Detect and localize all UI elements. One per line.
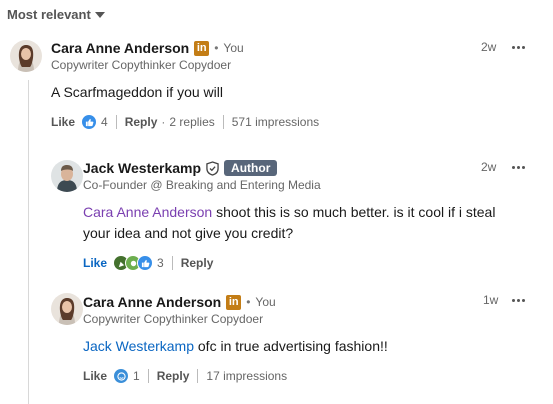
mention-link[interactable]: Jack Westerkamp xyxy=(83,338,194,354)
thumbs-up-icon xyxy=(81,114,98,130)
like-button[interactable]: Like xyxy=(51,115,75,129)
separator-dot: • xyxy=(214,41,219,55)
chevron-down-icon xyxy=(94,12,105,18)
commenter-name[interactable]: Cara Anne Anderson xyxy=(51,40,189,56)
impressions-count: 571 impressions xyxy=(231,115,320,129)
comment-text-line1: shoot this is so much better. is it cool… xyxy=(212,204,496,220)
avatar-image xyxy=(51,160,83,192)
replies-count[interactable]: 2 replies xyxy=(169,115,214,129)
comment-text-body: ofc in true advertising fashion!! xyxy=(194,338,388,354)
reactions[interactable]: 3 xyxy=(113,255,164,271)
avatar[interactable] xyxy=(10,40,42,72)
comment-text: Jack Westerkamp ofc in true advertising … xyxy=(83,336,388,357)
more-options-icon[interactable] xyxy=(512,299,525,302)
you-label: You xyxy=(255,295,276,309)
mention-link[interactable]: Cara Anne Anderson xyxy=(83,204,212,220)
reaction-count: 1 xyxy=(133,369,140,383)
comment-time: 1w xyxy=(483,293,499,307)
reply-button[interactable]: Reply xyxy=(157,369,190,383)
linkedin-icon: in xyxy=(226,294,242,310)
funny-icon xyxy=(113,368,130,384)
commenter-name[interactable]: Cara Anne Anderson xyxy=(83,294,221,310)
reaction-count: 4 xyxy=(101,115,108,129)
divider xyxy=(115,115,117,129)
separator-dot: • xyxy=(246,295,251,309)
reply-button[interactable]: Reply xyxy=(125,115,158,129)
avatar[interactable] xyxy=(51,293,83,325)
avatar-image xyxy=(10,40,42,72)
divider xyxy=(147,369,149,383)
impressions-count: 17 impressions xyxy=(206,369,288,383)
divider xyxy=(171,256,173,270)
commenter-headline: Co-Founder @ Breaking and Entering Media xyxy=(83,178,321,192)
comment-time: 2w xyxy=(481,40,497,54)
comment-text-line2: your idea and not give you credit? xyxy=(83,225,294,241)
verified-shield-icon xyxy=(206,160,219,176)
you-label: You xyxy=(223,41,244,55)
comment-time: 2w xyxy=(481,160,497,174)
thumbs-up-icon xyxy=(137,255,154,271)
separator-dot: · xyxy=(161,115,166,129)
divider xyxy=(197,369,199,383)
reaction-count: 3 xyxy=(157,256,164,270)
like-button[interactable]: Like xyxy=(83,369,107,383)
avatar[interactable] xyxy=(51,160,83,192)
comment-text: Cara Anne Anderson shoot this is so much… xyxy=(83,202,523,244)
sort-label: Most relevant xyxy=(7,7,91,22)
commenter-headline: Copywriter Copythinker Copydoer xyxy=(83,312,264,326)
commenter-name[interactable]: Jack Westerkamp xyxy=(83,160,201,176)
reactions[interactable]: 1 xyxy=(113,368,140,384)
thread-line xyxy=(28,80,29,404)
like-button[interactable]: Like xyxy=(83,256,107,270)
avatar-image xyxy=(51,293,83,325)
commenter-headline: Copywriter Copythinker Copydoer xyxy=(51,58,232,72)
divider xyxy=(222,115,224,129)
sort-dropdown[interactable]: Most relevant xyxy=(7,7,105,22)
linkedin-icon: in xyxy=(194,40,210,56)
reactions[interactable]: 4 xyxy=(81,114,108,130)
author-badge: Author xyxy=(224,160,278,176)
more-options-icon[interactable] xyxy=(512,166,525,169)
reply-button[interactable]: Reply xyxy=(181,256,214,270)
comment-text: A Scarfmageddon if you will xyxy=(51,84,223,100)
more-options-icon[interactable] xyxy=(512,46,525,49)
